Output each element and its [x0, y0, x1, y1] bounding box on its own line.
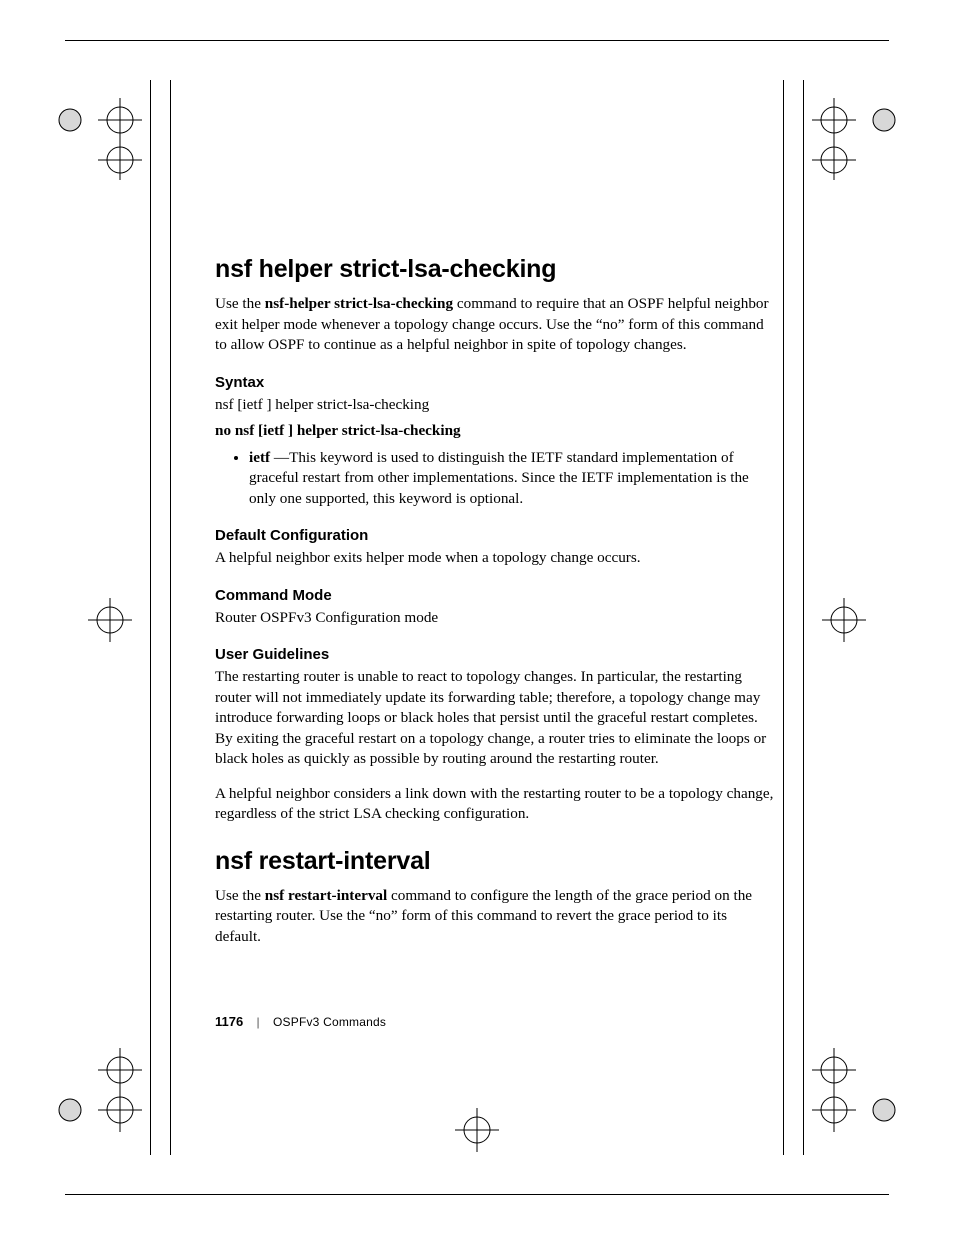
command-mode-text: Router OSPFv3 Configuration mode [215, 608, 775, 629]
syntax-no-line: no nsf [ietf ] helper strict-lsa-checkin… [215, 421, 775, 442]
syntax-bullets: ietf —This keyword is used to distinguis… [215, 448, 775, 510]
syntax-no-line-bold: no nsf [ietf ] helper strict-lsa-checkin… [215, 422, 461, 439]
section-title-nsf-restart: nsf restart-interval [215, 847, 775, 876]
page-content: nsf helper strict-lsa-checking Use the n… [215, 255, 775, 961]
crop-rule-right-outer [803, 80, 804, 1155]
default-config-text: A helpful neighbor exits helper mode whe… [215, 548, 775, 569]
intro2-pre: Use the [215, 887, 265, 904]
user-guidelines-heading: User Guidelines [215, 646, 775, 663]
registration-mark-icon [794, 1030, 914, 1150]
bullet-text: This keyword is used to distinguish the … [249, 449, 749, 507]
crop-rule-right-inner [783, 80, 784, 1155]
guidelines-p2: A helpful neighbor considers a link down… [215, 784, 775, 825]
intro2-bold-cmd: nsf restart-interval [265, 887, 387, 904]
registration-mark-icon [40, 560, 160, 680]
footer-separator: | [257, 1015, 260, 1029]
intro-pre: Use the [215, 295, 265, 312]
section2-intro: Use the nsf restart-interval command to … [215, 886, 775, 948]
registration-mark-icon [794, 60, 914, 180]
bullet-ietf: ietf —This keyword is used to distinguis… [249, 448, 775, 510]
command-mode-heading: Command Mode [215, 587, 775, 604]
syntax-heading: Syntax [215, 374, 775, 391]
syntax-line: nsf [ietf ] helper strict-lsa-checking [215, 395, 775, 416]
section-title-nsf-helper: nsf helper strict-lsa-checking [215, 255, 775, 284]
bullet-keyword: ietf [249, 449, 270, 466]
crop-rule-left-inner [170, 80, 171, 1155]
footer-section-name: OSPFv3 Commands [273, 1015, 386, 1029]
registration-mark-icon [40, 60, 160, 180]
bullet-sep: — [270, 449, 289, 466]
guidelines-p1: The restarting router is unable to react… [215, 667, 775, 770]
registration-mark-icon [40, 1030, 160, 1150]
intro-bold-cmd: nsf-helper strict-lsa-checking [265, 295, 453, 312]
default-config-heading: Default Configuration [215, 527, 775, 544]
crop-rule-top [65, 40, 889, 41]
crop-rule-left-outer [150, 80, 151, 1155]
page-footer: 1176 | OSPFv3 Commands [215, 1014, 386, 1029]
registration-mark-icon [417, 1070, 537, 1190]
registration-mark-icon [794, 560, 914, 680]
crop-rule-bottom [65, 1194, 889, 1195]
section1-intro: Use the nsf-helper strict-lsa-checking c… [215, 294, 775, 356]
page-number: 1176 [215, 1014, 243, 1029]
